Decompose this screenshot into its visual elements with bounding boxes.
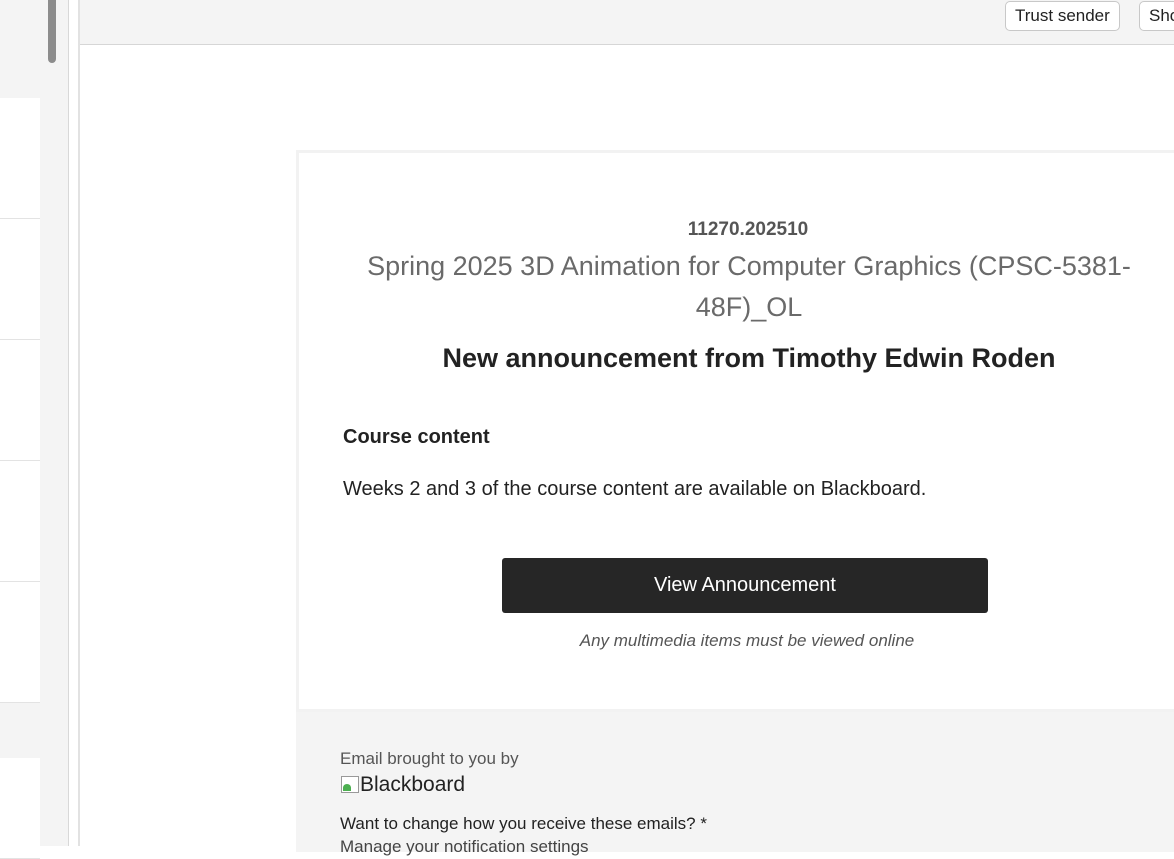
blackboard-logo: Blackboard	[340, 773, 465, 797]
course-id: 11270.202510	[687, 219, 809, 240]
list-item[interactable]	[0, 461, 40, 582]
logo-alt-text: Blackboard	[360, 773, 466, 796]
list-item[interactable]	[0, 582, 40, 703]
message-list-pane	[0, 0, 69, 859]
content-body: Weeks 2 and 3 of the course content are …	[343, 478, 927, 500]
view-announcement-button[interactable]: View Announcement	[502, 558, 988, 613]
list-item[interactable]	[0, 758, 40, 859]
manage-notifications-link[interactable]: Manage your notification settings	[340, 837, 589, 857]
list-item[interactable]	[0, 340, 40, 461]
trust-sender-button[interactable]: Trust sender	[1005, 1, 1120, 31]
brought-by-text: Email brought to you by	[340, 749, 519, 768]
message-list	[0, 0, 40, 859]
course-title: Spring 2025 3D Animation for Computer Gr…	[367, 251, 1131, 322]
multimedia-note: Any multimedia items must be viewed onli…	[579, 631, 915, 650]
email-card: 11270.202510 Spring 2025 3D Animation fo…	[296, 150, 1174, 712]
change-prompt: Want to change how you receive these ema…	[340, 814, 707, 833]
list-item[interactable]	[0, 98, 40, 219]
reading-pane-header: Trust sender Sho	[80, 0, 1174, 45]
broken-image-icon	[340, 775, 360, 793]
pane-divider[interactable]	[78, 0, 80, 846]
show-button[interactable]: Sho	[1139, 1, 1174, 31]
content-title: Course content	[343, 426, 490, 448]
email-footer: Email brought to you by Blackboard Want …	[296, 712, 1174, 856]
announcement-heading: New announcement from Timothy Edwin Rode…	[442, 343, 1056, 373]
scrollbar-thumb[interactable]	[48, 0, 56, 63]
list-item[interactable]	[0, 219, 40, 340]
